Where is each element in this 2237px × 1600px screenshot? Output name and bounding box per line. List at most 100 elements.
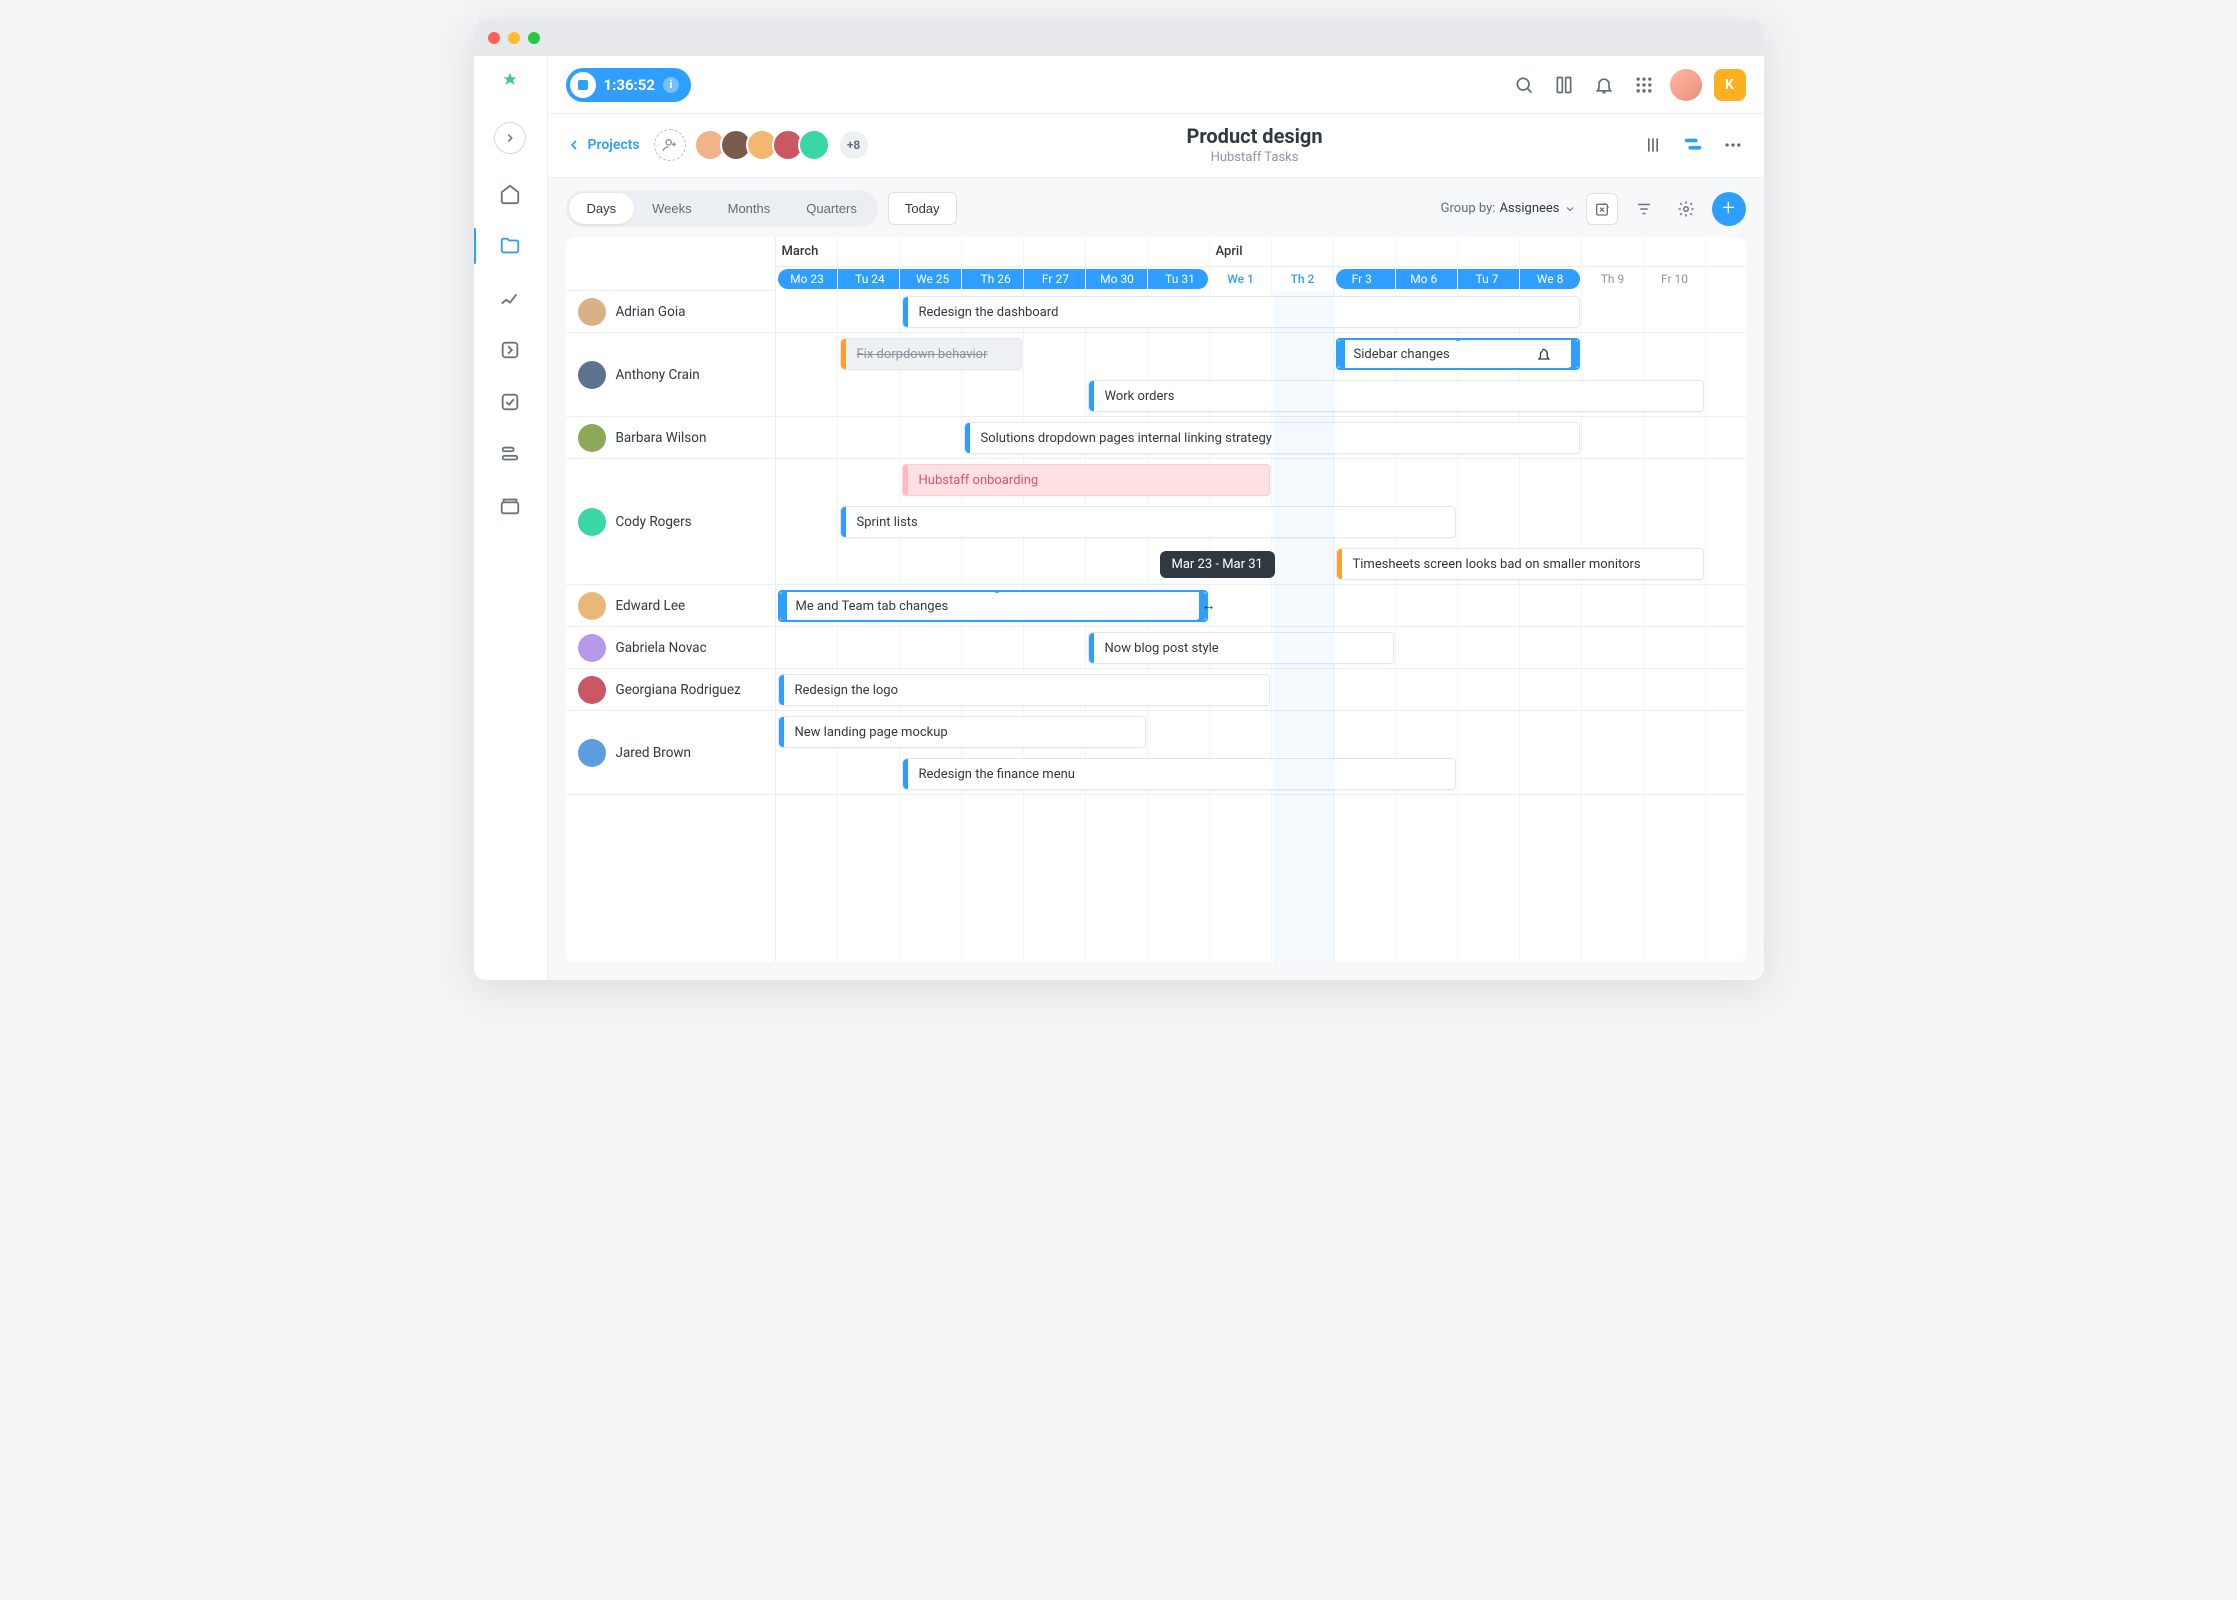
- settings-icon[interactable]: [1670, 193, 1702, 225]
- assignee-name: Georgiana Rodriguez: [616, 682, 741, 698]
- scale-option-quarters[interactable]: Quarters: [788, 193, 875, 224]
- groupby-value: Assignees: [1499, 201, 1559, 216]
- task-label: Redesign the dashboard: [919, 305, 1059, 320]
- task-bar[interactable]: Redesign the finance menu: [902, 758, 1456, 790]
- activity-icon[interactable]: [498, 338, 522, 362]
- task-bar[interactable]: Timesheets screen looks bad on smaller m…: [1336, 548, 1704, 580]
- app-logo-icon[interactable]: [498, 70, 522, 94]
- timer-value: 1:36:52: [604, 76, 655, 94]
- task-bar[interactable]: Now blog post style: [1088, 632, 1394, 664]
- topbar: 1:36:52 i K: [548, 56, 1764, 114]
- task-bar[interactable]: Me and Team tab changes: [778, 590, 1208, 622]
- apps-grid-icon[interactable]: [1630, 71, 1658, 99]
- home-icon[interactable]: [498, 182, 522, 206]
- date-range-tooltip: Mar 23 - Mar 31: [1160, 551, 1275, 578]
- sprint-icon[interactable]: [498, 286, 522, 310]
- timer-info-icon[interactable]: i: [663, 77, 679, 93]
- assignee-avatar: [578, 298, 606, 326]
- more-menu-icon[interactable]: [1720, 132, 1746, 158]
- task-bar[interactable]: Fix dorpdown behavior: [840, 338, 1022, 370]
- task-label: Fix dorpdown behavior: [857, 347, 988, 362]
- assignee-name: Anthony Crain: [616, 367, 700, 383]
- filter-icon[interactable]: [1628, 193, 1660, 225]
- workspace-badge[interactable]: K: [1714, 69, 1746, 101]
- assignee-name: Edward Lee: [616, 598, 686, 614]
- task-bar[interactable]: Sidebar changes: [1336, 338, 1580, 370]
- assignee-row: Cody Rogers: [566, 459, 775, 585]
- nav-forward-button[interactable]: [494, 122, 526, 154]
- task-bar[interactable]: Redesign the logo: [778, 674, 1270, 706]
- folder-icon[interactable]: [498, 234, 522, 258]
- bell-icon[interactable]: [1590, 71, 1618, 99]
- task-label: Solutions dropdown pages internal linkin…: [981, 431, 1272, 446]
- view-timeline-icon[interactable]: [1680, 132, 1706, 158]
- assignee-row: Gabriela Novac: [566, 627, 775, 669]
- avatar-stack: [700, 129, 830, 161]
- back-link[interactable]: Projects: [566, 137, 640, 153]
- assignee-name: Jared Brown: [616, 745, 692, 761]
- assignee-avatar: [578, 739, 606, 767]
- clear-dates-button[interactable]: [1586, 193, 1618, 225]
- window-minimize-icon[interactable]: [508, 32, 520, 44]
- task-label: Hubstaff onboarding: [919, 473, 1039, 488]
- page-subtitle: Hubstaff Tasks: [884, 150, 1626, 165]
- window-titlebar: [474, 20, 1764, 56]
- assignee-name: Adrian Goia: [616, 304, 686, 320]
- view-columns-icon[interactable]: [1640, 132, 1666, 158]
- member-avatar[interactable]: [798, 129, 830, 161]
- window-close-icon[interactable]: [488, 32, 500, 44]
- breadcrumb-label: Projects: [588, 137, 640, 153]
- left-rail: [474, 56, 548, 980]
- assignee-avatar: [578, 361, 606, 389]
- assignee-row: Anthony Crain: [566, 333, 775, 417]
- task-bar[interactable]: Redesign the dashboard: [902, 296, 1580, 328]
- chevron-down-icon: [1564, 203, 1576, 215]
- task-label: Now blog post style: [1105, 641, 1219, 656]
- task-label: Redesign the finance menu: [919, 767, 1075, 782]
- project-header: Projects +8 Product design Hubstaff Task…: [548, 114, 1764, 178]
- window-maximize-icon[interactable]: [528, 32, 540, 44]
- assignee-avatar: [578, 676, 606, 704]
- assignee-avatar: [578, 508, 606, 536]
- roadmap-icon[interactable]: [498, 442, 522, 466]
- scale-option-months[interactable]: Months: [710, 193, 789, 224]
- assignee-avatar: [578, 592, 606, 620]
- today-button[interactable]: Today: [888, 192, 957, 225]
- scale-segmented-control: DaysWeeksMonthsQuarters: [566, 190, 878, 227]
- assignee-avatar: [578, 424, 606, 452]
- stop-timer-button[interactable]: [570, 72, 596, 98]
- groupby-dropdown[interactable]: Group by: Assignees: [1441, 201, 1576, 216]
- assignee-row: Edward Lee: [566, 585, 775, 627]
- assignee-name: Cody Rogers: [616, 514, 692, 530]
- archive-icon[interactable]: [498, 494, 522, 518]
- assignee-row: Georgiana Rodriguez: [566, 669, 775, 711]
- assignee-row: Barbara Wilson: [566, 417, 775, 459]
- groupby-label: Group by:: [1441, 201, 1496, 216]
- task-bar[interactable]: New landing page mockup: [778, 716, 1146, 748]
- task-bar[interactable]: Hubstaff onboarding: [902, 464, 1270, 496]
- panels-icon[interactable]: [1550, 71, 1578, 99]
- avatar-overflow[interactable]: +8: [838, 129, 870, 161]
- checklist-icon[interactable]: [498, 390, 522, 414]
- page-title: Product design: [884, 124, 1626, 148]
- search-icon[interactable]: [1510, 71, 1538, 99]
- scale-option-weeks[interactable]: Weeks: [634, 193, 710, 224]
- task-bar[interactable]: Work orders: [1088, 380, 1704, 412]
- task-label: Timesheets screen looks bad on smaller m…: [1353, 557, 1641, 572]
- user-avatar[interactable]: [1670, 69, 1702, 101]
- add-task-button[interactable]: +: [1712, 192, 1746, 226]
- task-label: New landing page mockup: [795, 725, 948, 740]
- task-label: Me and Team tab changes: [796, 599, 949, 614]
- task-bar[interactable]: Sprint lists: [840, 506, 1456, 538]
- task-bar[interactable]: Solutions dropdown pages internal linkin…: [964, 422, 1580, 454]
- gantt-chart: Adrian Goia Anthony Crain Barbara Wilson Co…: [566, 237, 1746, 962]
- timeline-toolbar: DaysWeeksMonthsQuarters Today Group by: …: [548, 178, 1764, 237]
- assignee-name: Barbara Wilson: [616, 430, 707, 446]
- assignee-name: Gabriela Novac: [616, 640, 707, 656]
- assignee-row: Jared Brown: [566, 711, 775, 795]
- timer-widget[interactable]: 1:36:52 i: [566, 68, 691, 102]
- task-label: Redesign the logo: [795, 683, 899, 698]
- add-member-button[interactable]: [654, 129, 686, 161]
- scale-option-days[interactable]: Days: [569, 193, 635, 224]
- assignee-row: Adrian Goia: [566, 291, 775, 333]
